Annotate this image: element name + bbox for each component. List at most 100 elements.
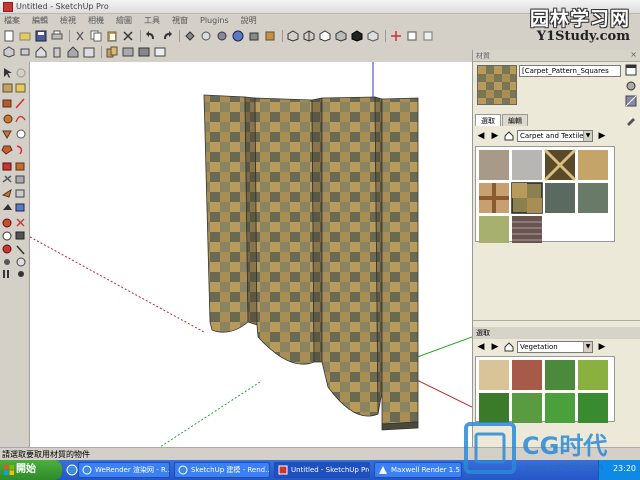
default-material-icon[interactable] [625, 95, 637, 107]
select-arrow-icon [4, 68, 12, 78]
sketchup-icon [278, 465, 288, 475]
move-tool-icon [1, 145, 13, 155]
erase-icon[interactable] [121, 29, 135, 43]
walk-tool-icon [16, 257, 26, 267]
section-plane-icon[interactable] [405, 29, 419, 43]
task-sketchup-untitled-label: Untitled - SketchUp Pro [291, 466, 370, 474]
textured-view-icon[interactable] [350, 29, 364, 43]
orbit-icon[interactable] [389, 29, 403, 43]
chevron-down-icon: ▼ [583, 131, 592, 141]
print-icon[interactable] [50, 29, 64, 43]
save-icon[interactable] [34, 29, 48, 43]
top-view-icon[interactable] [18, 45, 32, 59]
front-view-icon[interactable] [34, 45, 48, 59]
look-around-icon [3, 270, 9, 278]
status-hint: 請選取要取用材質的物件 [2, 450, 90, 459]
secondary-collection-select[interactable]: Vegetation ▼ [517, 341, 593, 353]
open-folder-icon[interactable] [18, 29, 32, 43]
task-maxwell[interactable]: Maxwell Render 1.5 [374, 462, 462, 478]
forward-arrow-icon[interactable]: ▶ [489, 341, 501, 353]
forward-arrow-icon[interactable]: ▶ [489, 130, 501, 142]
model-info-icon[interactable] [263, 29, 277, 43]
back-arrow-icon[interactable]: ◀ [475, 130, 487, 142]
menu-camera[interactable]: 相機 [88, 15, 104, 26]
tool-palette-icons[interactable] [0, 64, 30, 314]
red-axis-negative [30, 236, 205, 333]
rotate-tool-icon [16, 145, 23, 155]
menu-draw[interactable]: 繪圖 [116, 15, 132, 26]
panel-close-icon[interactable]: × [630, 50, 637, 59]
swatch-red-rock [512, 360, 542, 390]
cut-icon[interactable] [73, 29, 87, 43]
paint-bucket-icon[interactable] [183, 29, 197, 43]
sandbox-tool-icon [18, 271, 24, 277]
window-title: Untitled - SketchUp Pro [16, 2, 109, 11]
dimension-tool-icon [3, 204, 12, 210]
browser-icon [82, 465, 92, 475]
vegetation-swatches[interactable] [476, 357, 616, 423]
task-sketchup-tutorial[interactable]: SketchUp 建模 - Rend... [174, 462, 270, 478]
follow-me-icon[interactable] [121, 45, 135, 59]
green-axis-negative [159, 381, 261, 447]
task-werender[interactable]: WeRender 渲染网 - R... [78, 462, 170, 478]
site-watermark: 园林学习网 Y1Study.com [516, 2, 636, 46]
copy-icon[interactable] [89, 29, 103, 43]
shaded-view-icon[interactable] [334, 29, 348, 43]
tab-edit[interactable]: 編輯 [502, 114, 528, 126]
iso-view-icon[interactable] [2, 45, 16, 59]
new-file-icon[interactable] [2, 29, 16, 43]
toolbar-separator [385, 30, 386, 42]
maxwell-icon [379, 466, 387, 474]
tape-measure-icon[interactable] [215, 29, 229, 43]
globe-icon[interactable] [231, 29, 245, 43]
xray-view-icon[interactable] [286, 29, 300, 43]
line-tool-icon [15, 98, 25, 109]
monochrome-view-icon[interactable] [366, 29, 380, 43]
menu-edit[interactable]: 編輯 [32, 15, 48, 26]
warehouse-icon[interactable] [247, 29, 261, 43]
home-icon[interactable] [503, 130, 515, 142]
tab-select[interactable]: 選取 [475, 114, 501, 126]
menu-file[interactable]: 檔案 [4, 15, 20, 26]
offset-icon[interactable] [137, 45, 151, 59]
tool-palette [0, 62, 30, 447]
paste-icon[interactable] [105, 29, 119, 43]
chevron-down-icon: ▼ [583, 342, 592, 352]
component-icon[interactable] [199, 29, 213, 43]
carpet-swatches[interactable] [476, 147, 616, 246]
sample-paint-icon[interactable] [625, 114, 637, 126]
secondary-collection-value: Vegetation [520, 343, 558, 351]
home-icon[interactable] [503, 341, 515, 353]
material-name-field[interactable]: [Carpet_Pattern_Squares [519, 65, 621, 77]
create-material-icon[interactable] [625, 80, 637, 92]
redo-icon[interactable] [160, 29, 174, 43]
menu-help[interactable]: 說明 [241, 15, 257, 26]
wireframe-view-icon[interactable] [302, 29, 316, 43]
cg-logo-icon: CG时代 www.cgtime.com [464, 422, 607, 474]
modeling-viewport[interactable] [30, 62, 472, 447]
toolbar-separator [69, 30, 70, 42]
task-sketchup-untitled[interactable]: Untitled - SketchUp Pro [274, 462, 370, 478]
right-view-icon[interactable] [50, 45, 64, 59]
scene-canvas[interactable] [30, 62, 472, 447]
back-arrow-icon[interactable]: ◀ [475, 341, 487, 353]
back-view-icon[interactable] [66, 45, 80, 59]
undo-icon[interactable] [144, 29, 158, 43]
left-view-icon[interactable] [82, 45, 96, 59]
menu-tools[interactable]: 工具 [144, 15, 160, 26]
menu-view[interactable]: 檢視 [60, 15, 76, 26]
watermark-site-name: 园林学习网 [529, 8, 630, 30]
push-pull-icon[interactable] [105, 45, 119, 59]
hidden-line-view-icon[interactable] [318, 29, 332, 43]
menu-plugins[interactable]: Plugins [200, 16, 229, 25]
display-secondary-icon[interactable] [625, 64, 637, 76]
curtain-model [203, 94, 419, 431]
ie-quicklaunch-icon[interactable] [66, 464, 78, 476]
collection-select[interactable]: Carpet and Textiles ▼ [517, 130, 593, 142]
intersect-icon[interactable] [153, 45, 167, 59]
details-arrow-icon[interactable]: ▶ [596, 130, 608, 142]
start-button[interactable]: 開始 [0, 460, 62, 480]
details-arrow-icon[interactable]: ▶ [596, 341, 608, 353]
dimension-icon[interactable] [421, 29, 435, 43]
menu-window[interactable]: 視窗 [172, 15, 188, 26]
